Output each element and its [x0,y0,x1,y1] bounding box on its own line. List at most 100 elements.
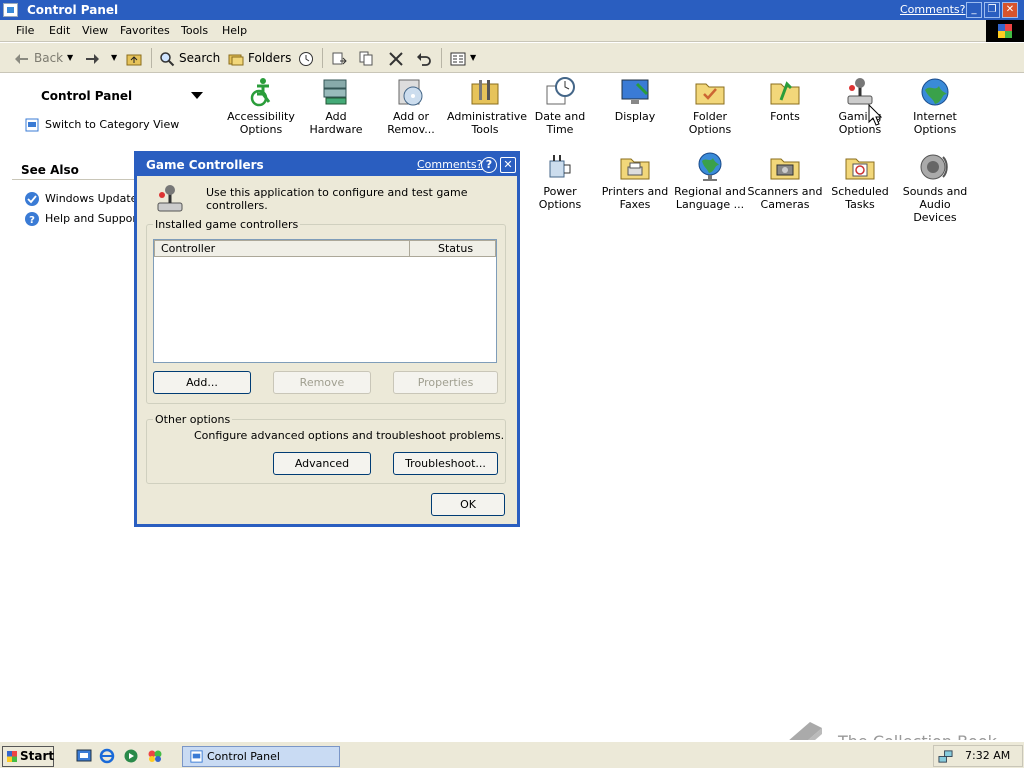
back-label: Back [34,51,64,65]
add-hardware-label-1: Add Hardware [309,110,363,136]
title-bar[interactable]: Control Panel Comments? _ ❐ ✕ [0,0,1024,20]
see-also-divider [12,179,136,180]
help-icon: ? [25,212,39,226]
remove-button[interactable]: Remove [273,371,371,394]
move-to-button[interactable] [331,49,351,67]
add-hardware-icon [323,79,347,105]
scanners-label-2: Cameras [760,198,810,211]
scanners-and-cameras-item[interactable]: Scanners and Cameras [747,151,823,211]
undo-button[interactable] [416,49,436,67]
start-button[interactable]: Start [2,746,54,767]
up-folder-button[interactable] [126,49,146,67]
window-title: Control Panel [27,3,119,17]
search-button[interactable]: Search [159,49,220,67]
display-label-1: Display [614,110,656,123]
properties-button[interactable]: Properties [393,371,498,394]
menu-help[interactable]: Help [222,24,247,37]
internet-explorer-icon[interactable] [99,748,115,764]
windows-update-label: Windows Update [45,192,138,205]
printers-and-faxes-item[interactable]: Printers and Faxes [597,151,673,211]
help-button[interactable]: ? [481,157,497,173]
dialog-title-bar[interactable]: Game Controllers Comments? ? ✕ [137,154,517,176]
network-icon[interactable] [938,749,953,764]
advanced-button[interactable]: Advanced [273,452,371,475]
add-remove-label-1: Add or [392,110,430,123]
ok-button[interactable]: OK [431,493,505,516]
control-panel-icon [25,118,39,132]
pane-title: Control Panel [41,89,133,103]
switch-category-view-link[interactable]: Switch to Category View [24,117,179,133]
administrative-tools-label-1: Administrative [447,110,528,123]
scheduled-tasks-item[interactable]: Scheduled Tasks [822,151,898,211]
gaming-options-label-2: Options [838,123,882,136]
troubleshoot-button[interactable]: Troubleshoot... [393,452,498,475]
globe-icon [921,78,949,106]
system-tray: 7:32 AM [933,745,1023,767]
other-options-text: Configure advanced options and troublesh… [194,429,505,442]
back-dropdown-icon[interactable]: ▼ [67,49,73,67]
show-desktop-icon[interactable] [76,748,92,764]
internet-options-label-1: Internet [913,110,957,123]
printers-label-2: Faxes [619,198,651,211]
sounds-audio-item[interactable]: Sounds and Audio Devices [897,151,973,224]
undo-icon [417,52,431,66]
status-column-header[interactable]: Status [409,240,496,257]
restore-button[interactable]: ❐ [984,2,1000,18]
accessibility-options-item[interactable]: Accessibility Options [223,76,299,136]
gaming-options-item[interactable]: Gaming Options [822,76,898,136]
other-options-legend: Other options [153,413,233,426]
forward-button[interactable] [84,49,104,67]
controllers-list[interactable]: Controller Status [153,239,497,363]
see-also-heading: See Also [21,163,79,177]
close-button[interactable]: ✕ [1002,2,1018,18]
help-and-support-link[interactable]: ? Help and Support [24,211,141,227]
gaming-options-label-1: Gaming [838,110,882,123]
search-label: Search [179,51,221,65]
forward-dropdown-icon[interactable]: ▼ [111,49,117,67]
power-options-item[interactable]: Power Options [522,151,598,211]
sounds-label-2: Audio Devices [913,198,957,224]
menu-tools[interactable]: Tools [181,24,208,37]
folder-options-item[interactable]: Folder Options [672,76,748,136]
add-hardware-item[interactable]: Add Hardware [298,76,374,136]
back-button[interactable]: Back [14,49,63,67]
fonts-item[interactable]: Fonts [747,76,823,123]
add-button[interactable]: Add... [153,371,251,394]
minimize-button[interactable]: _ [966,2,982,18]
views-button[interactable] [450,49,470,67]
menu-view[interactable]: View [82,24,108,37]
menu-file[interactable]: File [16,24,34,37]
delete-button[interactable] [388,49,408,67]
msn-butterfly-icon[interactable] [147,748,163,764]
history-button[interactable] [298,49,318,67]
copy-to-button[interactable] [359,49,379,67]
internet-options-item[interactable]: Internet Options [897,76,973,136]
comments-link[interactable]: Comments? [900,3,965,16]
views-dropdown-icon[interactable]: ▼ [470,49,476,67]
dialog-comments-link[interactable]: Comments? [417,158,482,171]
regional-language-item[interactable]: Regional and Language ... [672,151,748,211]
display-item[interactable]: Display [597,76,673,123]
date-and-time-item[interactable]: Date and Time [522,76,598,136]
taskbar-control-panel-button[interactable]: Control Panel [182,746,340,767]
controller-column-header[interactable]: Controller [154,240,410,257]
toolbar-separator [441,48,442,68]
control-panel-icon [3,3,18,17]
menu-edit[interactable]: Edit [49,24,70,37]
control-panel-icon [190,750,203,763]
clock[interactable]: 7:32 AM [965,746,1010,766]
menu-favorites[interactable]: Favorites [120,24,170,37]
dialog-close-button[interactable]: ✕ [500,157,516,173]
scanners-label-1: Scanners and [747,185,823,198]
scheduled-tasks-label-1: Scheduled [831,185,889,198]
move-to-icon [332,52,347,64]
regional-globe-icon [698,152,722,181]
date-and-time-label-1: Date and Time [534,110,586,136]
media-player-icon[interactable] [123,748,139,764]
administrative-tools-item[interactable]: Administrative Tools [447,76,528,136]
add-remove-programs-item[interactable]: Add or Remov... [373,76,449,136]
folders-button[interactable]: Folders [228,49,291,67]
windows-update-icon [25,192,39,206]
collapse-chevron-icon[interactable] [191,92,203,99]
windows-update-link[interactable]: Windows Update [24,191,137,207]
